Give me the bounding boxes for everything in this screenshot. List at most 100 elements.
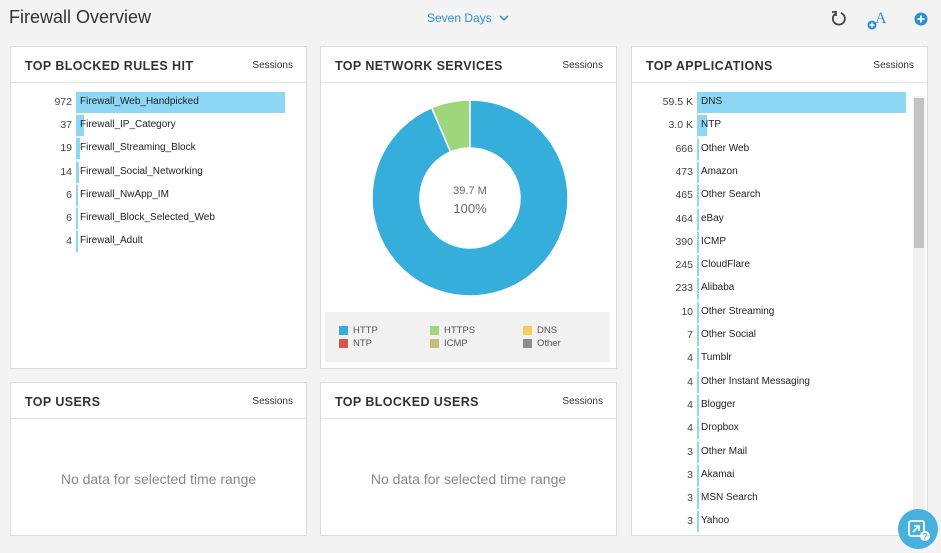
legend-label: ICMP (444, 338, 468, 349)
services-legend: HTTP HTTPS DNS NTP ICMP Other (325, 312, 610, 362)
metric-label[interactable]: Sessions (562, 60, 603, 71)
metric-label[interactable]: Sessions (562, 396, 603, 407)
list-item[interactable]: 7 Other Social (632, 325, 912, 346)
legend-item[interactable]: HTTP (339, 325, 378, 336)
legend-label: HTTPS (444, 325, 476, 336)
row-value: 390 (675, 235, 693, 248)
row-bar (697, 208, 699, 230)
list-item[interactable]: 14 Firewall_Social_Networking (11, 161, 308, 183)
legend-item[interactable]: NTP (339, 338, 372, 349)
legend-item[interactable]: ICMP (430, 338, 468, 349)
top-blocked-users-panel: TOP BLOCKED USERS Sessions No data for s… (320, 382, 617, 536)
row-value: 666 (675, 142, 693, 155)
list-item[interactable]: 3 Other Mail (632, 441, 912, 463)
list-item[interactable]: 4 Dropbox (632, 418, 912, 440)
row-bar (697, 255, 699, 277)
row-value: 14 (60, 165, 72, 178)
list-item[interactable]: 245 CloudFlare (632, 255, 912, 277)
list-item[interactable]: 3 Yahoo (632, 511, 912, 533)
row-value: 972 (54, 96, 72, 108)
list-item[interactable]: 37 Firewall_IP_Category (11, 115, 308, 137)
add-circle-icon[interactable] (911, 9, 931, 29)
scrollbar[interactable] (913, 96, 925, 530)
row-bar (697, 185, 699, 207)
list-item[interactable]: 3.0 K NTP (632, 115, 912, 137)
list-item[interactable]: 19 Firewall_Streaming_Block (11, 138, 308, 160)
row-value: 4 (687, 398, 693, 411)
row-bar (697, 488, 699, 510)
row-value: 59.5 K (662, 96, 693, 108)
row-bar (697, 301, 699, 323)
list-item[interactable]: 233 Alibaba (632, 278, 912, 300)
panel-header: TOP BLOCKED USERS Sessions (321, 383, 616, 419)
list-item[interactable]: 4 Other Instant Messaging (632, 371, 912, 393)
top-users-panel: TOP USERS Sessions No data for selected … (10, 382, 307, 536)
panel-title: TOP USERS (25, 395, 101, 409)
list-item[interactable]: 3 Akamai (632, 464, 912, 486)
scrollbar-thumb[interactable] (914, 98, 924, 248)
row-value: 3.0 K (668, 119, 693, 132)
rules-list: 972 Firewall_Web_Handpicked 37 Firewall_IP_… (11, 92, 308, 262)
list-item[interactable]: 666 Other Web (632, 138, 912, 160)
empty-state-text: No data for selected time range (60, 471, 257, 487)
row-value: 3 (687, 445, 693, 458)
list-item[interactable]: 6 Firewall_Block_Selected_Web (11, 208, 308, 229)
row-value: 6 (66, 212, 72, 224)
list-item[interactable]: 465 Other Search (632, 185, 912, 207)
row-bar (76, 184, 78, 206)
row-value: 465 (675, 189, 693, 202)
top-blocked-rules-panel: TOP BLOCKED RULES HIT Sessions 972 Firewa… (10, 46, 307, 369)
list-item[interactable]: 3 MSN Search (632, 488, 912, 510)
row-bar (697, 138, 700, 160)
metric-label[interactable]: Sessions (252, 396, 293, 407)
panel-header: TOP USERS Sessions (11, 383, 306, 419)
legend-item[interactable]: Other (523, 338, 561, 349)
panel-header: TOP APPLICATIONS Sessions (632, 47, 927, 83)
list-item[interactable]: 473 Amazon (632, 161, 912, 183)
legend-swatch (430, 326, 439, 335)
font-add-icon[interactable]: A (866, 7, 890, 31)
list-item[interactable]: 4 Blogger (632, 394, 912, 416)
list-item[interactable]: 4 Firewall_Adult (11, 231, 308, 253)
row-label: Firewall_NwApp_IM (80, 188, 169, 200)
row-value: 4 (66, 235, 72, 248)
row-label: Other Instant Messaging (701, 375, 810, 387)
list-item[interactable]: 10 Other Streaming (632, 301, 912, 323)
legend-swatch (523, 339, 532, 348)
panel-title: TOP APPLICATIONS (646, 59, 773, 73)
metric-label[interactable]: Sessions (873, 60, 914, 71)
row-value: 4 (687, 422, 693, 435)
time-range-dropdown[interactable]: Seven Days (427, 11, 510, 25)
panel-title: TOP BLOCKED USERS (335, 395, 479, 409)
chevron-down-icon (499, 15, 509, 21)
legend-swatch (430, 339, 439, 348)
row-label: Alibaba (701, 282, 735, 294)
list-item[interactable]: 972 Firewall_Web_Handpicked (11, 92, 308, 113)
refresh-icon[interactable] (829, 9, 849, 29)
row-label: Firewall_Web_Handpicked (80, 96, 199, 107)
legend-item[interactable]: DNS (523, 325, 557, 336)
list-item[interactable]: 6 Firewall_NwApp_IM (11, 184, 308, 206)
row-bar (697, 278, 699, 300)
row-bar (697, 511, 699, 533)
top-applications-panel: TOP APPLICATIONS Sessions 59.5 K DNS 3.0 K… (631, 46, 928, 536)
firewall-overview-page: Firewall Overview Seven Days A TOP BLOCK… (0, 0, 941, 553)
donut-slice-http[interactable] (372, 100, 568, 296)
list-item[interactable]: 464 eBay (632, 208, 912, 230)
row-value: 245 (675, 259, 693, 272)
row-label: Firewall_Social_Networking (80, 165, 203, 177)
row-value: 3 (687, 492, 693, 505)
list-item[interactable]: 4 Tumblr (632, 348, 912, 370)
list-item[interactable]: 390 ICMP (632, 231, 912, 253)
row-label: eBay (701, 212, 724, 224)
metric-label[interactable]: Sessions (252, 60, 293, 71)
row-bar (76, 208, 78, 229)
legend-label: NTP (353, 338, 372, 349)
list-item[interactable]: 59.5 K DNS (632, 92, 912, 113)
expand-help-button[interactable]: ? (898, 509, 938, 549)
donut-center-percent: 100% (453, 201, 487, 216)
legend-item[interactable]: HTTPS (430, 325, 475, 336)
row-value: 7 (687, 329, 693, 341)
panel-header: TOP BLOCKED RULES HIT Sessions (11, 47, 306, 83)
legend-label: DNS (537, 325, 558, 336)
